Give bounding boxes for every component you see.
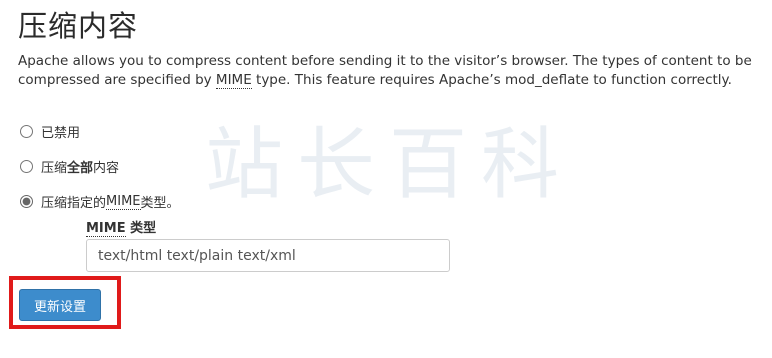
- watermark: 站长百科: [205, 120, 574, 210]
- option-compress-mime[interactable]: 压缩指定的 MIME 类型。: [18, 192, 180, 211]
- option-compress-mime-label-2: 类型。: [140, 196, 180, 211]
- option-compress-all[interactable]: 压缩 全部 内容: [18, 157, 119, 176]
- radio-compress-all[interactable]: [20, 160, 33, 173]
- mime-abbr: MIME: [215, 72, 252, 89]
- mime-types-label-abbr: MIME: [86, 221, 126, 237]
- option-compress-all-label-1: 压缩: [41, 161, 68, 176]
- radio-disabled[interactable]: [20, 125, 33, 138]
- page-description: Apache allows you to compress content be…: [18, 52, 758, 90]
- update-settings-button[interactable]: 更新设置: [19, 289, 101, 321]
- option-compress-all-label-2: 全部: [67, 161, 94, 176]
- option-compress-all-label-3: 内容: [93, 161, 120, 176]
- option-compress-mime-abbr: MIME: [106, 193, 141, 210]
- option-disabled[interactable]: 已禁用: [18, 122, 80, 141]
- mime-types-label: MIME 类型: [86, 217, 157, 237]
- mime-types-input[interactable]: [86, 239, 450, 272]
- description-text-2: type. This feature requires Apache’s mod…: [251, 72, 732, 88]
- compress-content-page: 压缩内容 Apache allows you to compress conte…: [0, 0, 772, 358]
- radio-compress-mime[interactable]: [20, 195, 33, 208]
- option-compress-mime-label-1: 压缩指定的: [41, 196, 107, 211]
- page-title: 压缩内容: [18, 9, 139, 43]
- mime-types-label-text: 类型: [125, 221, 157, 236]
- option-disabled-label: 已禁用: [41, 126, 81, 141]
